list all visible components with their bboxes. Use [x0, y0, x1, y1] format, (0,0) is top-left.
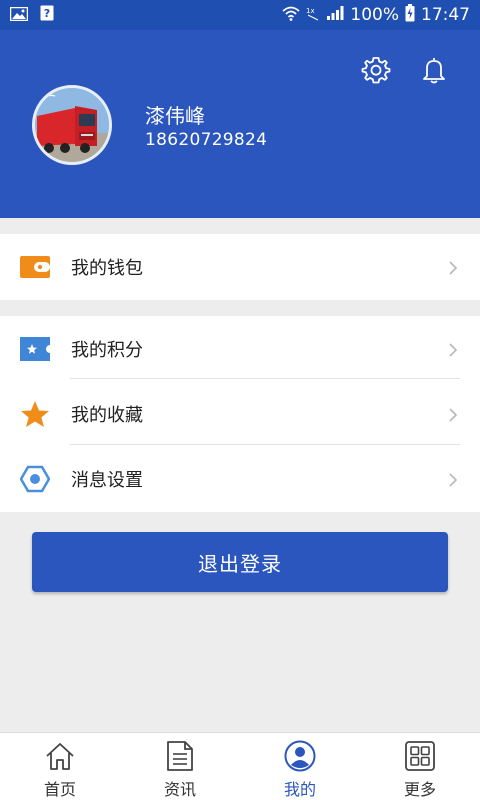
- menu-label-favorites: 我的收藏: [71, 404, 143, 426]
- hexagon-settings-icon: [20, 464, 50, 494]
- divider: [70, 444, 460, 445]
- wifi-icon: [282, 5, 300, 26]
- no-sim-icon: 1x: [306, 5, 320, 26]
- svg-text:1x: 1x: [306, 7, 315, 15]
- notification-button[interactable]: [416, 54, 452, 90]
- menu-item-wallet[interactable]: 我的钱包: [0, 234, 480, 299]
- settings-button[interactable]: [358, 54, 394, 90]
- nav-label-home: 首页: [43, 780, 76, 799]
- chevron-right-icon: [446, 342, 460, 357]
- menu-item-message-settings[interactable]: 消息设置: [0, 446, 480, 511]
- chevron-right-icon: [446, 472, 460, 487]
- nav-item-mine[interactable]: 我的: [240, 733, 360, 800]
- user-profile-icon: [283, 739, 317, 773]
- menu-label-message-settings: 消息设置: [71, 469, 143, 491]
- home-icon: [43, 739, 77, 773]
- menu-group-wallet: 我的钱包: [0, 234, 480, 300]
- clock: 17:47: [421, 5, 470, 25]
- wallet-icon: [20, 252, 50, 282]
- menu-label-wallet: 我的钱包: [71, 257, 143, 279]
- more-grid-icon: [403, 739, 437, 773]
- notification-bell-icon: [419, 55, 449, 89]
- menu-label-points: 我的积分: [71, 339, 143, 361]
- nav-label-news: 资讯: [163, 780, 196, 799]
- points-ticket-icon: [20, 334, 50, 364]
- news-document-icon: [163, 739, 197, 773]
- unknown-icon: ?: [40, 5, 54, 25]
- nav-label-mine: 我的: [283, 780, 316, 799]
- divider: [70, 378, 460, 379]
- logout-button[interactable]: 退出登录: [32, 532, 448, 592]
- menu-item-points[interactable]: 我的积分: [0, 316, 480, 381]
- battery-percent: 100%: [350, 5, 399, 25]
- star-icon: [20, 399, 50, 429]
- bottom-navigation: 首页 资讯 我的 更多: [0, 732, 480, 800]
- chevron-right-icon: [446, 260, 460, 275]
- signal-icon: [326, 5, 344, 26]
- svg-text:?: ?: [44, 7, 50, 20]
- user-name: 漆伟峰: [145, 104, 205, 128]
- truck-avatar-image: [35, 88, 109, 162]
- gallery-icon: [9, 6, 29, 25]
- nav-item-news[interactable]: 资讯: [120, 733, 240, 800]
- battery-icon: [405, 3, 415, 27]
- profile-header: 漆伟峰 18620729824: [0, 30, 480, 218]
- chevron-right-icon: [446, 407, 460, 422]
- nav-label-more: 更多: [403, 780, 436, 799]
- user-phone: 18620729824: [145, 130, 268, 150]
- nav-item-home[interactable]: 首页: [0, 733, 120, 800]
- nav-item-more[interactable]: 更多: [360, 733, 480, 800]
- menu-item-favorites[interactable]: 我的收藏: [0, 381, 480, 446]
- settings-gear-icon: [361, 55, 391, 89]
- menu-group-main: 我的积分 我的收藏 消息设置: [0, 316, 480, 512]
- status-bar: ? 1x 100% 17:47: [0, 0, 480, 30]
- avatar[interactable]: [32, 85, 112, 165]
